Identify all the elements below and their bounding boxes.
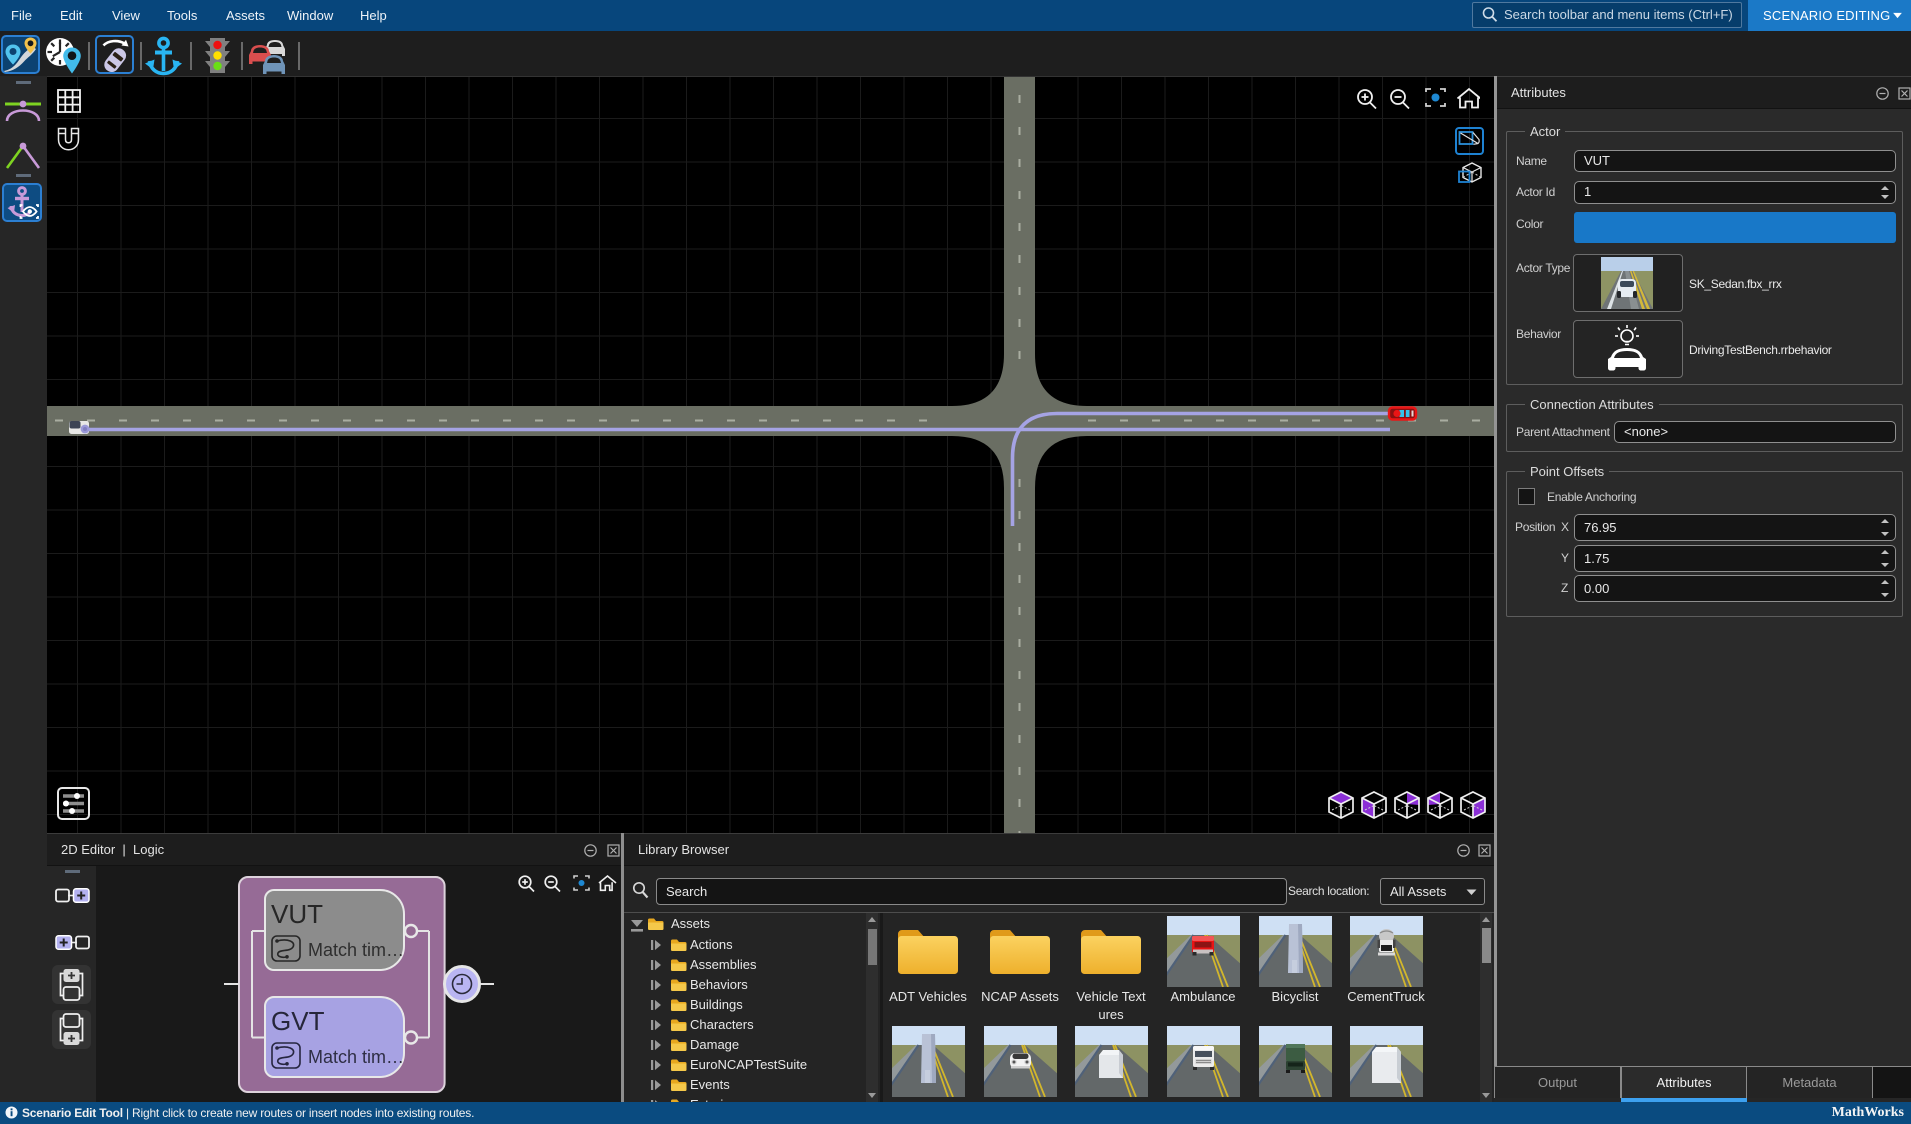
svg-text:Match tim…: Match tim… [308, 1047, 404, 1067]
svg-text:VUT: VUT [271, 899, 323, 929]
svg-text:GVT: GVT [271, 1006, 325, 1036]
svg-text:Match tim…: Match tim… [308, 940, 404, 960]
